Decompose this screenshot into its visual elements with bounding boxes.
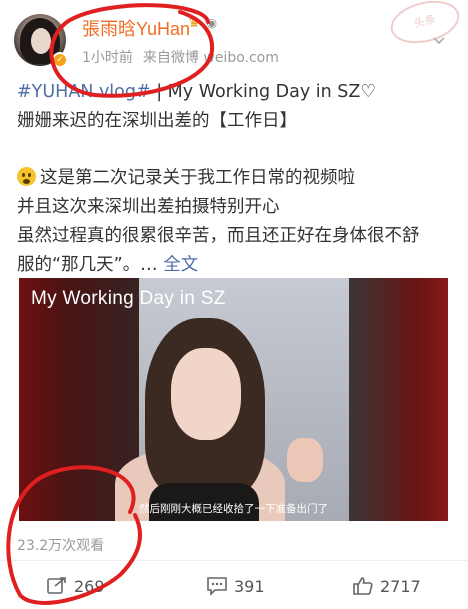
post-title-text: | My Working Day in SZ♡ — [150, 82, 377, 102]
repost-count: 269 — [74, 576, 105, 596]
like-button[interactable]: 2717 — [352, 576, 421, 596]
hashtag-link[interactable]: #YUHAN vlog# — [17, 82, 151, 102]
view-count: 23.2万次观看 — [17, 538, 105, 554]
video-thumbnail-person — [171, 348, 241, 440]
verified-icon: ✓ — [52, 52, 68, 68]
username-link[interactable]: 張雨晗YuHan — [82, 15, 190, 41]
comment-count: 391 — [234, 576, 265, 596]
post-line: 这是第二次记录关于我工作日常的视频啦 — [40, 168, 355, 188]
user-badges: ♛ ◉ — [188, 15, 217, 31]
video-subtitle: 然后刚刚大概已经收拾了一下准备出门了 — [139, 503, 328, 515]
thumbs-up-icon — [353, 577, 373, 595]
post-line: 服的“那几天”。… — [17, 255, 164, 275]
full-text-link[interactable]: 全文 — [163, 255, 198, 275]
post-header: ✓ 張雨晗YuHan ♛ ◉ 1小时前 来自微博 weibo.com 头条 — [0, 0, 468, 75]
watermark-stamp: 头条 — [386, 0, 464, 50]
member-icon: ◉ — [206, 16, 218, 30]
action-bar: 269 391 2717 — [0, 564, 468, 609]
repost-button[interactable]: 269 — [46, 576, 105, 596]
post-meta: 1小时前 来自微博 weibo.com — [82, 47, 279, 67]
crown-icon: ♛ — [188, 15, 201, 31]
video-title: My Working Day in SZ — [31, 288, 226, 309]
comment-icon — [207, 577, 227, 596]
post-line: 并且这次来深圳出差拍摄特别开心 — [17, 197, 280, 217]
post-line: 虽然过程真的很累很辛苦，而且还正好在身体很不舒 — [17, 226, 420, 246]
post-source: 来自微博 weibo.com — [142, 50, 279, 66]
repost-icon — [47, 577, 66, 594]
divider — [0, 560, 468, 561]
post-line: 姗姗来迟的在深圳出差的【工作日】 — [17, 111, 297, 131]
post-timestamp: 1小时前 — [82, 50, 133, 66]
emoji-icon — [17, 167, 36, 186]
post-body: #YUHAN vlog# | My Working Day in SZ♡ 姗姗来… — [17, 78, 457, 280]
video-player[interactable]: My Working Day in SZ 然后刚刚大概已经收拾了一下准备出门了 — [19, 278, 448, 521]
chevron-down-icon[interactable] — [432, 34, 446, 48]
comment-button[interactable]: 391 — [206, 576, 265, 596]
like-count: 2717 — [380, 576, 421, 596]
